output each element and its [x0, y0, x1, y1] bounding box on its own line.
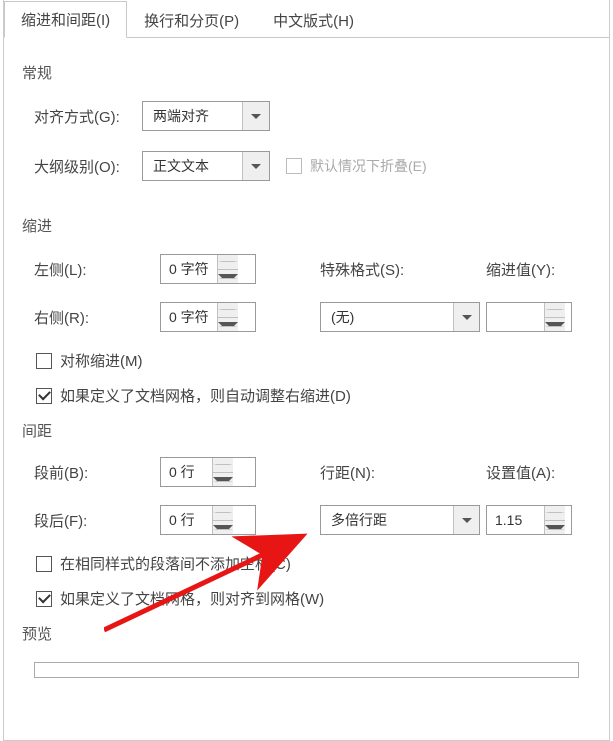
outline-select[interactable]: 正文文本 [142, 151, 270, 181]
spinner-buttons[interactable] [218, 303, 238, 331]
chevron-down-icon [243, 152, 269, 180]
row-snap-grid: 如果定义了文档网格，则对齐到网格(W) [22, 588, 591, 609]
at-value: 1.15 [487, 506, 545, 534]
right-spinner[interactable]: 0 字符 [160, 302, 256, 332]
tab-indent-spacing[interactable]: 缩进和间距(I) [4, 1, 127, 38]
spinner-down-icon[interactable] [213, 473, 233, 487]
left-label: 左侧(L): [22, 259, 160, 280]
at-spinner[interactable]: 1.15 [486, 505, 572, 535]
row-mirror-indent: 对称缩进(M) [22, 350, 591, 371]
spinner-down-icon[interactable] [213, 521, 233, 535]
spinner-up-icon[interactable] [218, 303, 238, 318]
mirror-checkbox[interactable] [36, 353, 52, 369]
special-value: (无) [321, 303, 453, 331]
by-spinner[interactable] [486, 302, 572, 332]
spinner-down-icon[interactable] [545, 521, 565, 535]
alignment-label: 对齐方式(G): [22, 106, 142, 127]
row-outline: 大纲级别(O): 正文文本 默认情况下折叠(E) [22, 151, 591, 181]
row-auto-adjust: 如果定义了文档网格，则自动调整右缩进(D) [22, 385, 591, 406]
row-no-space: 在相同样式的段落间不添加空格(C) [22, 553, 591, 574]
auto-adjust-label: 如果定义了文档网格，则自动调整右缩进(D) [60, 385, 351, 406]
auto-adjust-checkbox[interactable] [36, 388, 52, 404]
spinner-buttons[interactable] [213, 506, 233, 534]
tab-label: 缩进和间距(I) [21, 9, 110, 30]
after-label: 段后(F): [22, 510, 160, 531]
after-value: 0 行 [161, 506, 213, 534]
collapse-label: 默认情况下折叠(E) [310, 156, 427, 176]
row-space-after: 段后(F): 0 行 多倍行距 1.15 [22, 505, 591, 535]
left-value: 0 字符 [161, 255, 218, 283]
dialog-content: 常规 对齐方式(G): 两端对齐 大纲级别(O): 正文文本 默认情况下折叠(E… [4, 38, 609, 678]
special-label: 特殊格式(S): [286, 259, 466, 280]
right-label: 右侧(R): [22, 307, 160, 328]
preview-box [34, 662, 579, 678]
tab-chinese[interactable]: 中文版式(H) [256, 1, 371, 38]
chevron-down-icon [243, 102, 269, 130]
spinner-down-icon[interactable] [218, 318, 238, 332]
special-select[interactable]: (无) [320, 302, 480, 332]
spinner-up-icon[interactable] [545, 303, 565, 318]
before-spinner[interactable]: 0 行 [160, 457, 256, 487]
tab-label: 换行和分页(P) [144, 10, 239, 31]
row-indent-right: 右侧(R): 0 字符 (无) [22, 302, 591, 332]
paragraph-dialog: 缩进和间距(I) 换行和分页(P) 中文版式(H) 常规 对齐方式(G): 两端… [3, 0, 610, 741]
no-space-checkbox[interactable] [36, 556, 52, 572]
right-value: 0 字符 [161, 303, 218, 331]
snap-grid-checkbox[interactable] [36, 591, 52, 607]
spinner-up-icon[interactable] [218, 255, 238, 270]
outline-label: 大纲级别(O): [22, 156, 142, 177]
by-value [487, 303, 545, 331]
alignment-select[interactable]: 两端对齐 [142, 101, 270, 131]
line-spacing-label: 行距(N): [286, 462, 466, 483]
spinner-up-icon[interactable] [545, 506, 565, 521]
tab-label: 中文版式(H) [273, 10, 354, 31]
row-space-before: 段前(B): 0 行 行距(N): 设置值(A): [22, 457, 591, 487]
section-general-title: 常规 [22, 62, 591, 83]
collapse-checkbox [286, 158, 302, 174]
outline-value: 正文文本 [143, 152, 243, 180]
spinner-buttons[interactable] [218, 255, 238, 283]
tab-line-page[interactable]: 换行和分页(P) [127, 1, 256, 38]
tab-strip: 缩进和间距(I) 换行和分页(P) 中文版式(H) [4, 0, 609, 38]
by-label: 缩进值(Y): [466, 259, 576, 280]
line-spacing-value: 多倍行距 [321, 506, 453, 534]
spinner-buttons[interactable] [213, 458, 233, 486]
section-preview-title: 预览 [22, 623, 591, 644]
row-alignment: 对齐方式(G): 两端对齐 [22, 101, 591, 131]
after-spinner[interactable]: 0 行 [160, 505, 256, 535]
before-label: 段前(B): [22, 462, 160, 483]
at-label: 设置值(A): [466, 462, 576, 483]
spinner-down-icon[interactable] [218, 270, 238, 284]
spinner-buttons[interactable] [545, 506, 565, 534]
section-spacing-title: 间距 [22, 420, 591, 441]
section-indent-title: 缩进 [22, 215, 591, 236]
left-spinner[interactable]: 0 字符 [160, 254, 256, 284]
spinner-buttons[interactable] [545, 303, 565, 331]
spinner-up-icon[interactable] [213, 458, 233, 473]
spinner-up-icon[interactable] [213, 506, 233, 521]
mirror-label: 对称缩进(M) [60, 350, 143, 371]
no-space-label: 在相同样式的段落间不添加空格(C) [60, 553, 291, 574]
row-indent-left: 左侧(L): 0 字符 特殊格式(S): 缩进值(Y): [22, 254, 591, 284]
spinner-down-icon[interactable] [545, 318, 565, 332]
line-spacing-select[interactable]: 多倍行距 [320, 505, 480, 535]
alignment-value: 两端对齐 [143, 102, 243, 130]
before-value: 0 行 [161, 458, 213, 486]
snap-grid-label: 如果定义了文档网格，则对齐到网格(W) [60, 588, 324, 609]
